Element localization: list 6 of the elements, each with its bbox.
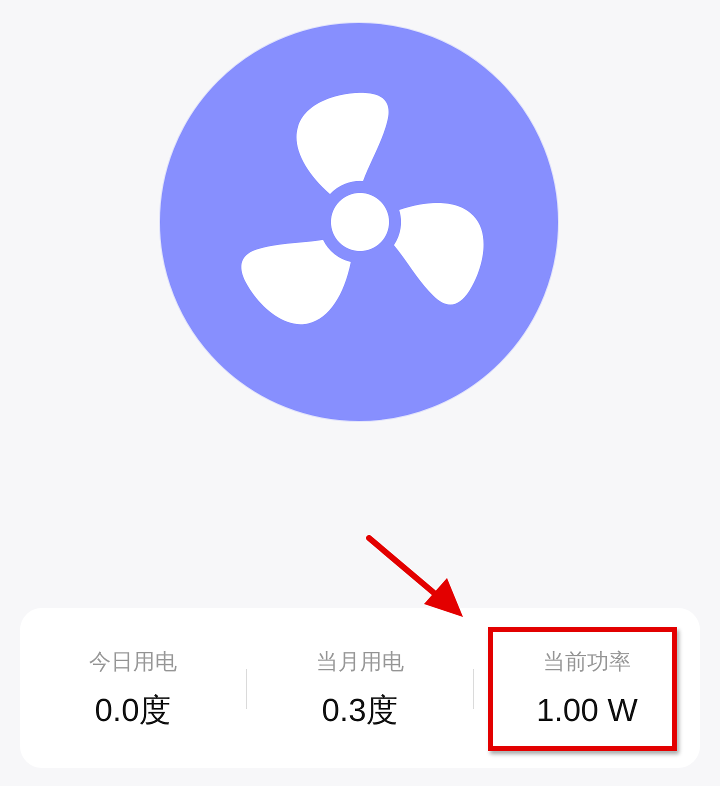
stat-label: 当月用电 [316, 648, 404, 676]
stat-label: 当前功率 [543, 648, 631, 676]
stat-value: 1.00 W [536, 691, 638, 730]
stat-value: 0.3度 [322, 691, 398, 730]
stat-label: 今日用电 [89, 648, 177, 676]
stat-value: 0.0度 [94, 691, 172, 730]
